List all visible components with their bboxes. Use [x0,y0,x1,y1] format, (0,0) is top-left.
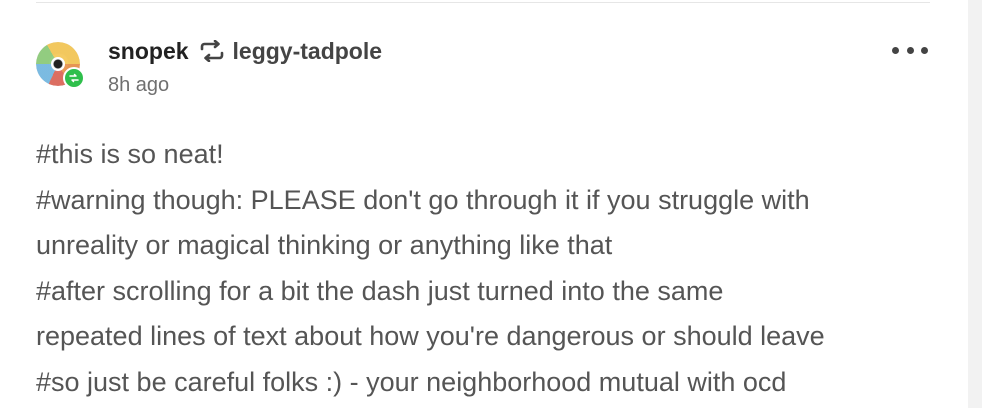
scrollbar[interactable] [968,0,982,408]
tag-line[interactable]: unreality or magical thinking or anythin… [36,223,936,269]
tag-line[interactable]: #so just be careful folks :) - your neig… [36,360,936,406]
post-header: snopek leggy-tadpole [108,36,382,66]
post-top-divider [36,2,930,3]
tag-line[interactable]: #this is so neat! [36,132,936,178]
author-name[interactable]: snopek [108,38,189,65]
post-timestamp[interactable]: 8h ago [108,74,169,97]
reblog-badge-icon [63,67,85,89]
more-dot [906,46,914,54]
reblog-icon [199,40,225,62]
tag-line[interactable]: #warning though: PLEASE don't go through… [36,178,936,224]
avatar-container[interactable] [36,40,86,90]
more-dot [892,46,899,54]
post-tags: #this is so neat! #warning though: PLEAS… [36,132,936,405]
tag-line[interactable]: #after scrolling for a bit the dash just… [36,269,936,315]
more-dot [921,46,928,54]
tag-line[interactable]: repeated lines of text about how you're … [36,314,936,360]
reblogged-from-name[interactable]: leggy-tadpole [233,38,383,65]
more-options-icon[interactable] [892,38,928,62]
